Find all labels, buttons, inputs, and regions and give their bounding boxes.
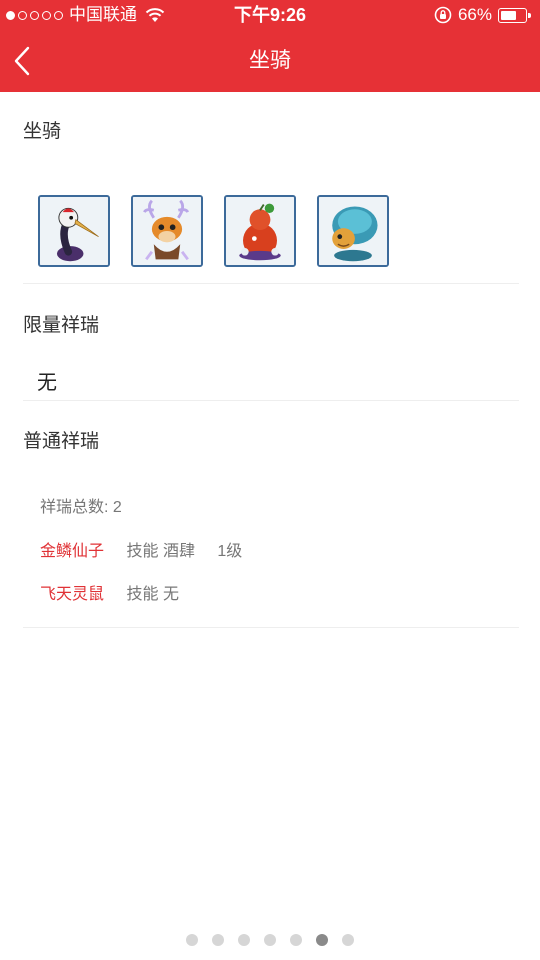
page-dot[interactable]	[290, 934, 302, 946]
item-name[interactable]: 金鳞仙子	[40, 543, 104, 560]
mount-list	[38, 195, 389, 267]
skill-label: 技能	[126, 586, 159, 603]
skill-value: 酒肆	[162, 543, 195, 560]
total-count-value: 2	[112, 499, 122, 516]
section-title-limited: 限量祥瑞	[23, 315, 100, 336]
page-indicator	[0, 934, 540, 946]
total-count-row: 祥瑞总数: 2	[40, 493, 122, 517]
deer-mount-icon[interactable]	[131, 195, 203, 267]
page-dot[interactable]	[186, 934, 198, 946]
status-right: 66%	[434, 0, 532, 30]
battery-percent: 66%	[457, 5, 492, 24]
header: 中国联通 下午9:26 66% 坐骑	[0, 0, 540, 92]
page-dot[interactable]	[264, 934, 276, 946]
divider	[23, 283, 519, 284]
battery-icon	[498, 7, 532, 23]
page-dot[interactable]	[342, 934, 354, 946]
status-bar: 中国联通 下午9:26 66%	[0, 0, 540, 30]
turtle-mount-icon[interactable]	[317, 195, 389, 267]
page-dot[interactable]	[238, 934, 250, 946]
divider	[23, 627, 519, 628]
total-count-label: 祥瑞总数:	[40, 499, 109, 516]
divider	[23, 400, 519, 401]
section-title-normal: 普通祥瑞	[23, 431, 100, 452]
skill-label: 技能	[126, 543, 159, 560]
level-value: 1级	[217, 543, 243, 560]
page-dot[interactable]	[212, 934, 224, 946]
gourd-mount-icon[interactable]	[224, 195, 296, 267]
page-title: 坐骑	[249, 49, 291, 72]
list-item: 金鳞仙子 技能 酒肆 1级	[40, 537, 242, 561]
section-title-mounts: 坐骑	[23, 121, 62, 142]
crane-mount-icon[interactable]	[38, 195, 110, 267]
nav-bar: 坐骑	[0, 30, 540, 92]
skill-value: 无	[162, 586, 179, 603]
rotation-lock-icon	[434, 6, 452, 24]
page-dot[interactable]	[316, 934, 328, 946]
limited-value: 无	[37, 372, 57, 394]
list-item: 飞天灵鼠 技能 无	[40, 580, 179, 604]
item-name[interactable]: 飞天灵鼠	[40, 586, 104, 603]
